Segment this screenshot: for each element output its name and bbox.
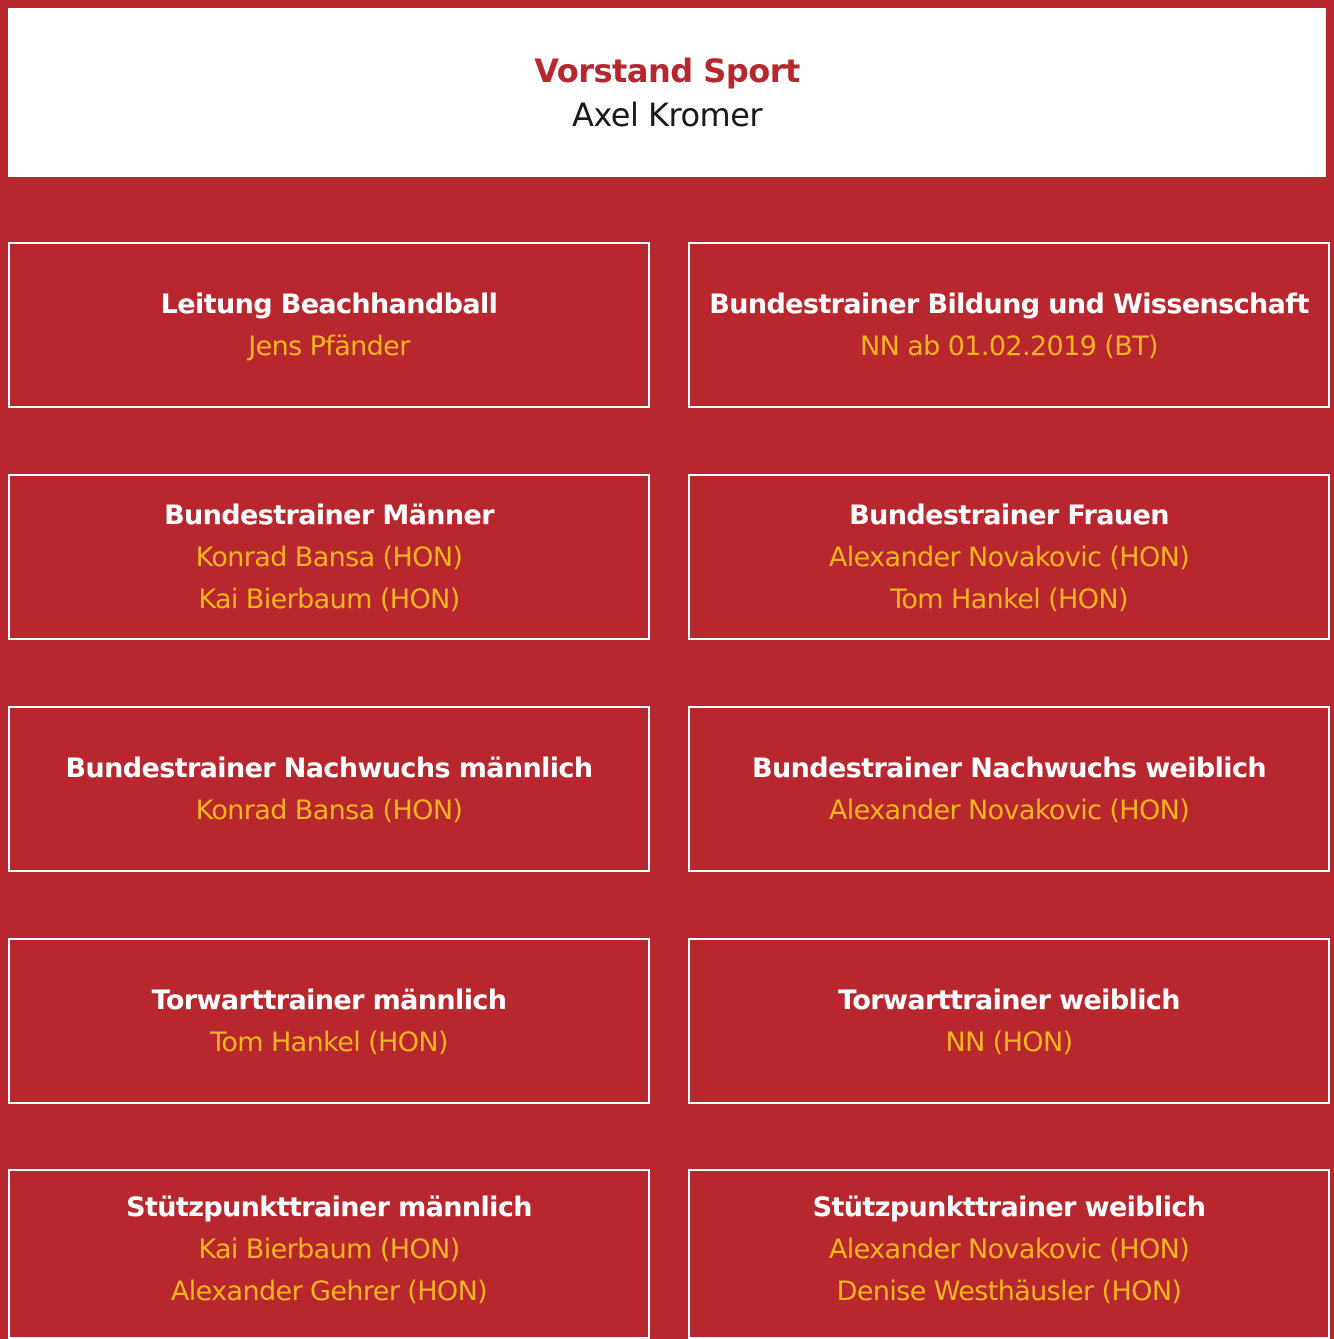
box-title: Bundestrainer Nachwuchs männlich xyxy=(65,752,594,784)
org-box-torwart-weiblich: Torwarttrainer weiblich NN (HON) xyxy=(688,938,1330,1104)
box-person: Jens Pfänder xyxy=(248,330,410,362)
head-name: Axel Kromer xyxy=(571,95,763,134)
org-box-nachwuchs-weiblich: Bundestrainer Nachwuchs weiblich Alexand… xyxy=(688,706,1330,872)
box-person: Denise Westhäusler (HON) xyxy=(836,1275,1182,1307)
org-box-leitung-beachhandball: Leitung Beachhandball Jens Pfänder xyxy=(8,242,650,408)
box-title: Leitung Beachhandball xyxy=(160,288,498,320)
box-title: Bundestrainer Bildung und Wissenschaft xyxy=(709,288,1309,320)
box-title: Torwarttrainer weiblich xyxy=(838,984,1180,1016)
org-box-bundestrainer-frauen: Bundestrainer Frauen Alexander Novakovic… xyxy=(688,474,1330,640)
head-title: Vorstand Sport xyxy=(534,51,800,90)
box-title: Bundestrainer Männer xyxy=(164,499,494,531)
box-person: NN (HON) xyxy=(945,1026,1074,1058)
box-person: Kai Bierbaum (HON) xyxy=(198,1233,460,1265)
box-person: Tom Hankel (HON) xyxy=(210,1026,448,1058)
box-person: NN ab 01.02.2019 (BT) xyxy=(860,330,1159,362)
box-person: Konrad Bansa (HON) xyxy=(195,541,463,573)
box-title: Bundestrainer Frauen xyxy=(849,499,1169,531)
box-person: Kai Bierbaum (HON) xyxy=(198,583,460,615)
org-box-nachwuchs-maennlich: Bundestrainer Nachwuchs männlich Konrad … xyxy=(8,706,650,872)
org-box-bundestrainer-maenner: Bundestrainer Männer Konrad Bansa (HON) … xyxy=(8,474,650,640)
box-person: Tom Hankel (HON) xyxy=(890,583,1128,615)
org-box-stuetzpunkt-maennlich: Stützpunkttrainer männlich Kai Bierbaum … xyxy=(8,1169,650,1339)
org-box-stuetzpunkt-weiblich: Stützpunkttrainer weiblich Alexander Nov… xyxy=(688,1169,1330,1339)
org-box-bildung-wissenschaft: Bundestrainer Bildung und Wissenschaft N… xyxy=(688,242,1330,408)
org-box-torwart-maennlich: Torwarttrainer männlich Tom Hankel (HON) xyxy=(8,938,650,1104)
box-title: Torwarttrainer männlich xyxy=(151,984,507,1016)
head-box: Vorstand Sport Axel Kromer xyxy=(8,8,1326,177)
box-person: Konrad Bansa (HON) xyxy=(195,794,463,826)
box-person: Alexander Gehrer (HON) xyxy=(170,1275,488,1307)
box-person: Alexander Novakovic (HON) xyxy=(828,794,1190,826)
box-title: Stützpunkttrainer männlich xyxy=(126,1191,532,1223)
box-person: Alexander Novakovic (HON) xyxy=(828,541,1190,573)
box-title: Stützpunkttrainer weiblich xyxy=(812,1191,1206,1223)
box-title: Bundestrainer Nachwuchs weiblich xyxy=(752,752,1267,784)
box-person: Alexander Novakovic (HON) xyxy=(828,1233,1190,1265)
